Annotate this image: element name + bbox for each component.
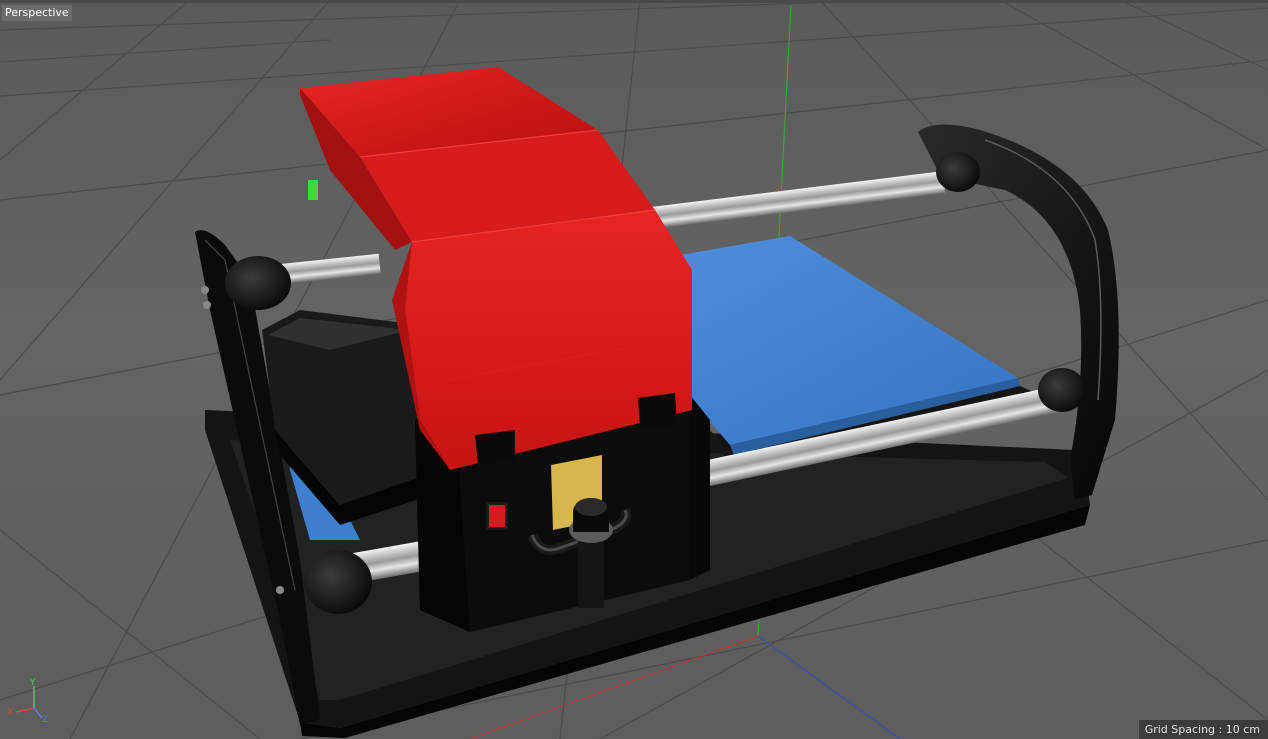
indicator-light bbox=[308, 180, 318, 200]
gizmo-label-y: Y bbox=[29, 678, 36, 688]
viewport-scene[interactable] bbox=[0, 0, 1268, 739]
gizmo-axis-x bbox=[15, 707, 35, 713]
power-switch[interactable] bbox=[486, 502, 508, 530]
back-rod-knob[interactable] bbox=[936, 152, 980, 192]
gizmo-axis-z bbox=[33, 707, 43, 719]
axis-gizmo: Y X Z bbox=[7, 678, 48, 725]
gizmo-label-x: X bbox=[7, 708, 13, 718]
front-rod-knob-right[interactable] bbox=[1038, 368, 1086, 412]
grid-spacing-readout: Grid Spacing : 10 cm bbox=[1138, 720, 1268, 739]
3d-viewport[interactable]: Perspective Y X Z Grid Spacing : 10 cm bbox=[0, 0, 1268, 739]
lower-left-knob[interactable] bbox=[304, 550, 372, 614]
world-axis-z bbox=[757, 635, 901, 739]
gizmo-label-z: Z bbox=[42, 715, 48, 725]
view-name-label[interactable]: Perspective bbox=[2, 5, 72, 21]
upper-left-knob[interactable] bbox=[225, 256, 291, 310]
